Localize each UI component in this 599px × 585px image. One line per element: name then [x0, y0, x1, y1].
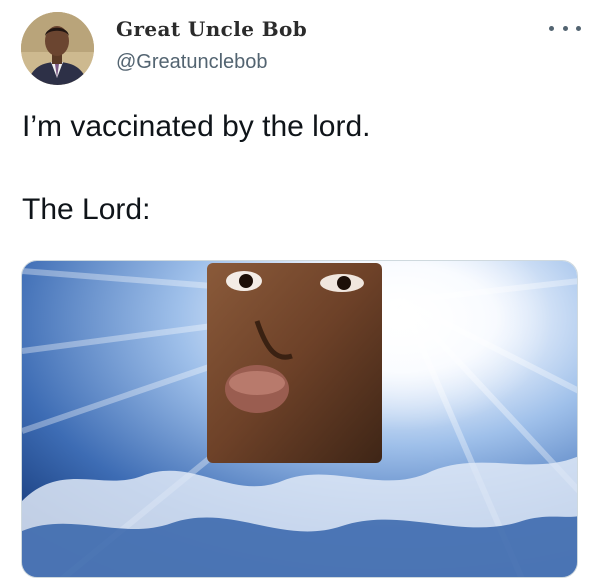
more-dots-icon — [562, 25, 568, 31]
person-portrait-icon — [21, 12, 94, 85]
more-options-button[interactable] — [549, 20, 581, 36]
author-handle[interactable]: @Greatunclebob — [116, 50, 268, 74]
tweet-text: I’m vaccinated by the lord. The Lord: — [22, 108, 582, 229]
heavenly-light-face-image — [22, 261, 577, 577]
tweet-card: Great Uncle Bob @Greatunclebob I’m vacci… — [0, 0, 599, 585]
tweet-text-line: The Lord: — [22, 193, 151, 226]
avatar[interactable] — [21, 12, 94, 85]
more-dots-icon — [576, 25, 581, 31]
tweet-text-line: I’m vaccinated by the lord. — [22, 110, 371, 143]
author-display-name[interactable]: Great Uncle Bob — [116, 17, 307, 41]
tweet-media-image[interactable] — [21, 260, 578, 578]
more-dots-icon — [549, 25, 554, 31]
